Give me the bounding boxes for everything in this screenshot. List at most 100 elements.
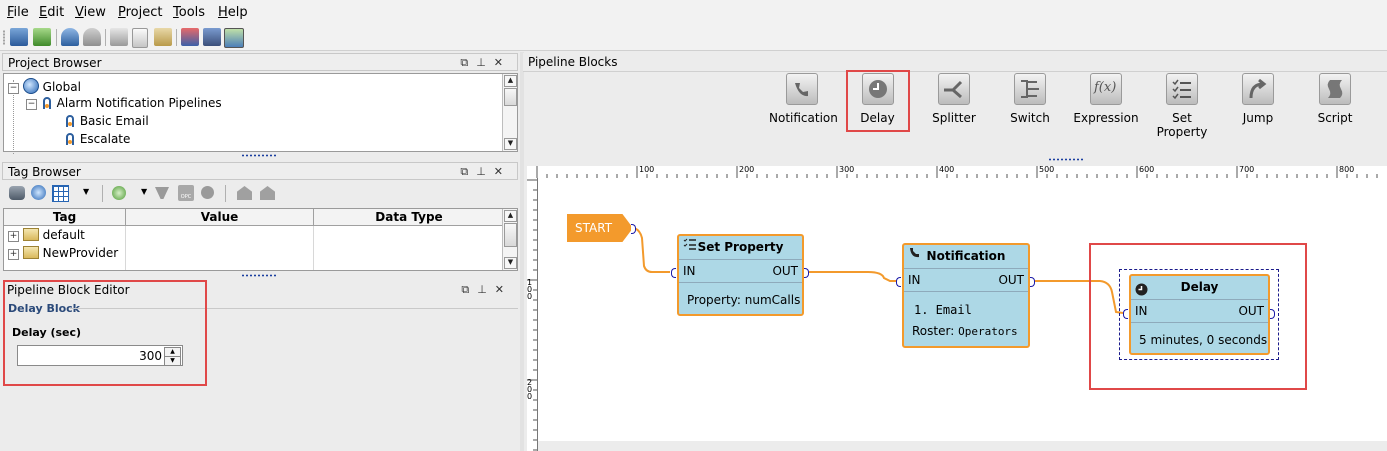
splitter-handle[interactable] <box>241 154 277 157</box>
menu-edit[interactable]: Edit <box>39 5 64 20</box>
paste-icon[interactable] <box>154 28 172 46</box>
splitter-handle[interactable] <box>241 274 277 277</box>
column-header-tag[interactable]: Tag <box>4 209 126 226</box>
project-browser-scrollbar[interactable]: ▲ ▼ <box>502 74 517 151</box>
refresh-icon[interactable] <box>33 28 51 46</box>
ruler-ticks <box>536 166 1378 178</box>
palette-label: Notification <box>769 111 838 125</box>
panel-window-icons[interactable]: ⧉⊥✕ <box>460 56 511 70</box>
header-divider <box>523 71 1387 72</box>
timer-icon[interactable] <box>201 186 214 199</box>
project-browser-title: Project Browser <box>8 56 102 70</box>
dropdown-arrow-icon[interactable]: ▼ <box>83 187 89 196</box>
binoculars-icon[interactable] <box>9 186 25 200</box>
toolbar-separator <box>56 29 57 46</box>
undo-icon[interactable] <box>61 28 79 46</box>
toolbar-separator <box>176 29 177 46</box>
tree-item-basic-email[interactable]: Basic Email <box>64 114 149 128</box>
scroll-thumb[interactable] <box>504 223 517 247</box>
browse-icon[interactable] <box>31 185 46 200</box>
menu-help[interactable]: Help <box>218 5 248 20</box>
palette-label: Set Property <box>1156 111 1208 139</box>
switch-icon <box>1014 73 1046 105</box>
save-icon[interactable] <box>10 28 28 46</box>
ruler-label: 300 <box>839 165 855 174</box>
tag-browser-scrollbar[interactable]: ▲ ▼ <box>502 209 517 270</box>
palette-expression[interactable]: f(x) Expression <box>1073 73 1139 125</box>
add-tag-icon[interactable] <box>112 186 126 200</box>
menu-view[interactable]: View <box>75 5 106 20</box>
splitter-handle[interactable] <box>1048 158 1084 161</box>
scroll-up-button[interactable]: ▲ <box>504 75 517 87</box>
ruler-label: 100 <box>527 278 533 301</box>
dropdown-arrow-icon[interactable]: ▼ <box>141 187 147 196</box>
palette-script[interactable]: Script <box>1305 73 1365 125</box>
scroll-thumb[interactable] <box>504 88 517 106</box>
palette-set-property[interactable]: Set Property <box>1147 73 1217 139</box>
design-mode-icon[interactable] <box>224 28 244 48</box>
toolbar-grip[interactable] <box>3 30 5 45</box>
block-ports-row: IN OUT <box>679 260 802 283</box>
column-header-value[interactable]: Value <box>126 209 314 226</box>
ruler-label: 200 <box>527 378 533 401</box>
tag-folder-icon <box>22 246 39 259</box>
column-header-data-type[interactable]: Data Type <box>314 209 504 226</box>
palette-switch[interactable]: Switch <box>999 73 1061 125</box>
pipeline-canvas[interactable]: START Set Property IN OUT Property: numC… <box>538 178 1387 441</box>
scroll-down-button[interactable]: ▼ <box>504 138 517 150</box>
ruler-label: 500 <box>1039 165 1055 174</box>
in-port[interactable] <box>896 277 901 287</box>
expand-toggle[interactable]: + <box>8 231 19 242</box>
redo-icon[interactable] <box>83 28 101 46</box>
checklist-icon <box>1166 73 1198 105</box>
table-row[interactable]: + NewProvider <box>8 246 118 260</box>
palette-label: Switch <box>1010 111 1050 125</box>
expand-toggle[interactable]: + <box>8 249 19 260</box>
connector-line <box>809 271 897 282</box>
stop-icon[interactable] <box>181 28 199 46</box>
scroll-down-button[interactable]: ▼ <box>504 257 517 269</box>
tree-item-global[interactable]: − Global <box>8 78 81 94</box>
project-browser-header: Project Browser ⧉⊥✕ <box>2 53 518 71</box>
table-row[interactable]: + default <box>8 228 85 242</box>
menu-file[interactable]: File <box>7 5 29 20</box>
collapse-toggle[interactable]: − <box>8 83 19 94</box>
palette-splitter[interactable]: Splitter <box>923 73 985 125</box>
import-icon[interactable] <box>237 186 252 200</box>
out-label: OUT <box>772 264 798 278</box>
copy-icon[interactable] <box>132 28 148 48</box>
collapse-toggle[interactable]: − <box>26 99 37 110</box>
cut-icon[interactable] <box>110 28 128 46</box>
panel-window-icons[interactable]: ⧉⊥✕ <box>460 165 511 179</box>
opc-icon[interactable]: OPC <box>178 185 194 201</box>
toolbar-separator <box>225 185 226 202</box>
panel-splitter[interactable] <box>520 52 524 451</box>
export-icon[interactable] <box>260 186 275 200</box>
tree-item-escalate[interactable]: Escalate <box>64 132 130 146</box>
palette-notification[interactable]: Notification <box>769 73 838 125</box>
splitter-icon <box>938 73 970 105</box>
in-port[interactable] <box>671 268 676 278</box>
block-title: Set Property <box>697 240 784 254</box>
tree-item-alarm-pipelines[interactable]: − Alarm Notification Pipelines <box>26 96 222 110</box>
menu-project[interactable]: Project <box>118 5 163 20</box>
preview-icon[interactable] <box>203 28 221 46</box>
palette-jump[interactable]: Jump <box>1228 73 1288 125</box>
delay-block-highlight <box>1089 243 1307 390</box>
main-toolbar <box>0 26 1387 51</box>
palette-label: Script <box>1317 111 1353 125</box>
panel-window-icons[interactable]: ⧉⊥✕ <box>461 283 512 297</box>
menu-tools[interactable]: Tools <box>173 5 205 20</box>
filter-icon[interactable] <box>155 187 169 199</box>
block-title: Notification <box>926 249 1006 263</box>
scroll-up-button[interactable]: ▲ <box>504 210 517 222</box>
in-label: IN <box>908 273 921 287</box>
set-property-block[interactable]: Set Property IN OUT Property: numCalls <box>677 234 804 316</box>
start-node[interactable]: START <box>567 214 633 242</box>
toolbar-separator <box>102 185 103 202</box>
table-icon[interactable] <box>52 185 69 202</box>
block-ports-row: IN OUT <box>904 269 1028 292</box>
tag-browser-toolbar: ▼ ▼ OPC <box>2 182 518 206</box>
project-browser-tree: − Global − Alarm Notification Pipelines … <box>3 73 518 154</box>
notification-block[interactable]: Notification IN OUT 1. Email Roster: Ope… <box>902 243 1030 348</box>
